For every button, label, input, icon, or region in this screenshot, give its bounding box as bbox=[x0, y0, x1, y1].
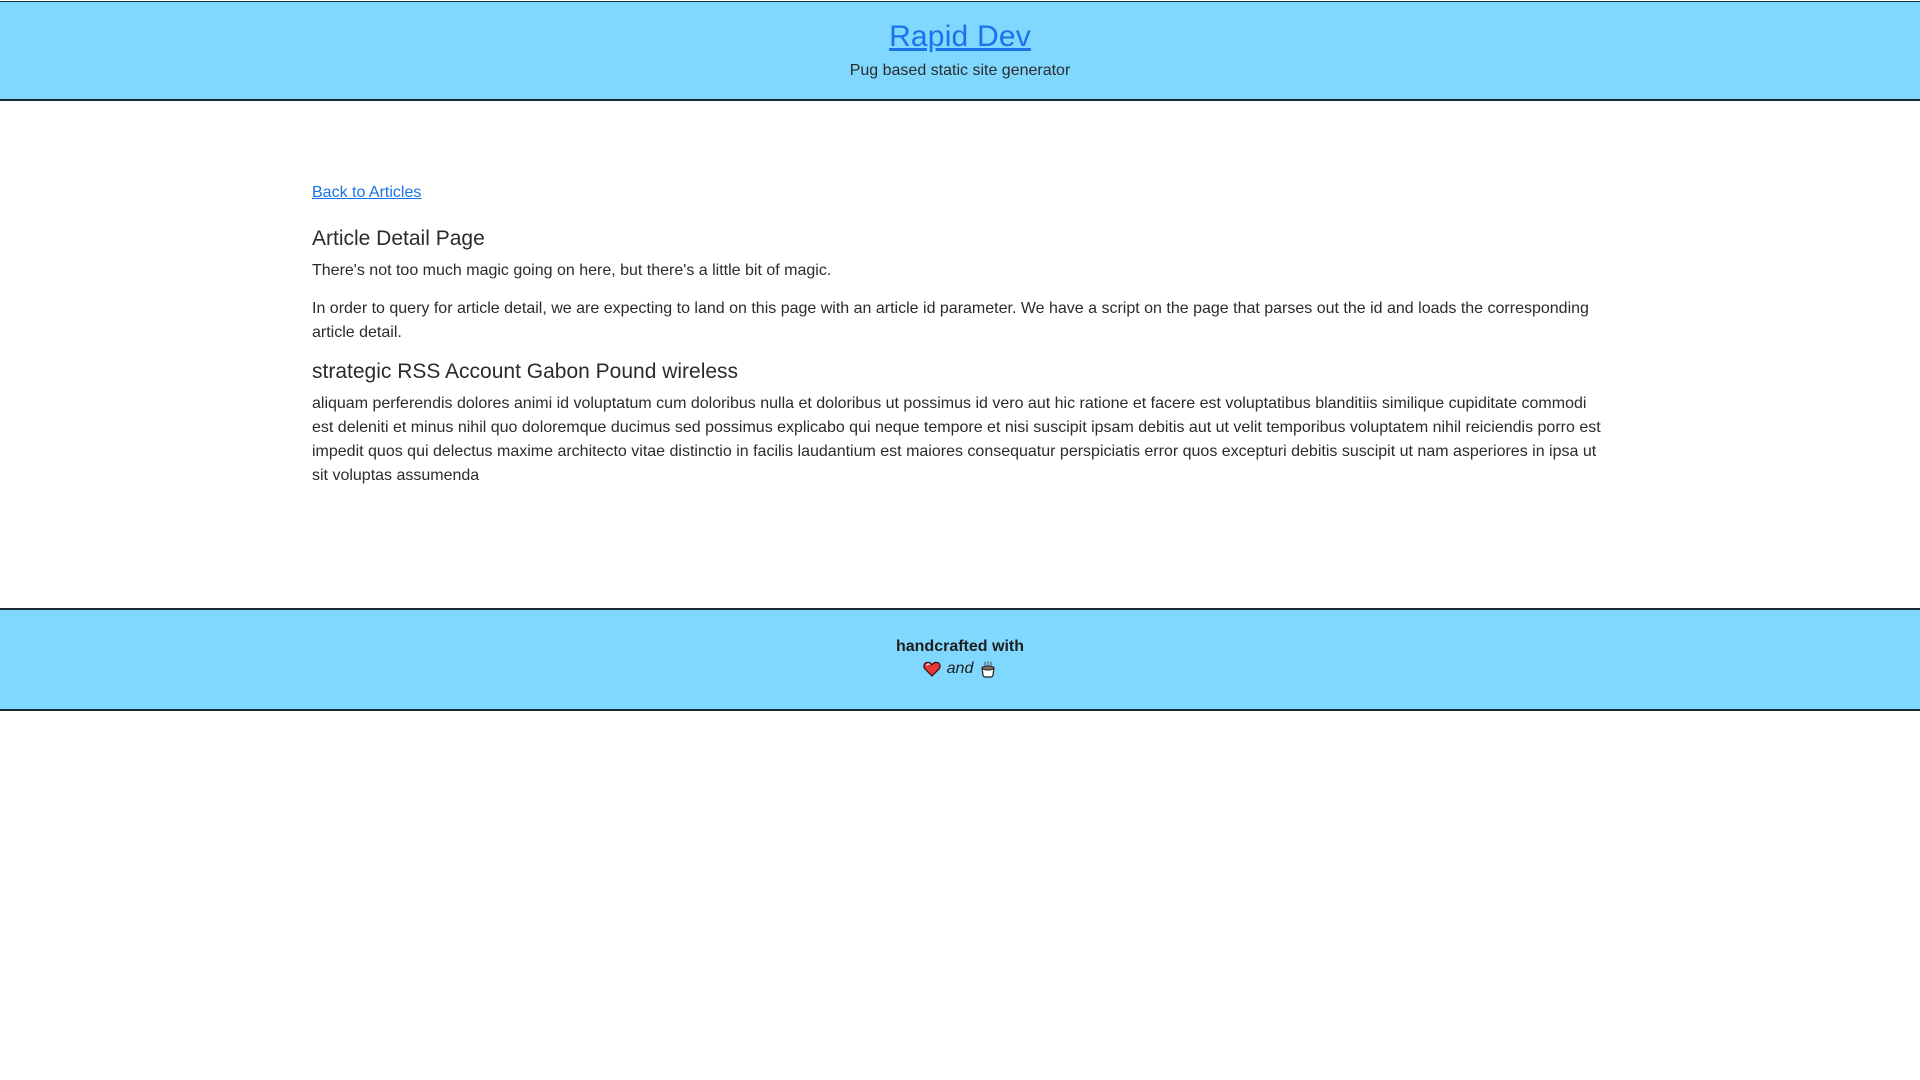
intro-paragraph-2: In order to query for article detail, we… bbox=[312, 300, 1589, 342]
page-heading: Article Detail Page bbox=[312, 227, 485, 250]
intro-paragraph-1: There's not too much magic going on here… bbox=[312, 262, 832, 280]
footer-line: and bbox=[0, 660, 1920, 678]
site-tagline: Pug based static site generator bbox=[849, 62, 1071, 79]
footer-and-text: and bbox=[946, 660, 974, 677]
coffee-icon bbox=[979, 660, 997, 678]
site-header: Rapid Dev Pug based static site generato… bbox=[0, 1, 1920, 101]
back-to-articles-link[interactable]: Back to Articles bbox=[312, 184, 421, 202]
heart-icon bbox=[923, 660, 941, 678]
site-footer: handcrafted with and bbox=[0, 608, 1920, 711]
site-title-link[interactable]: Rapid Dev bbox=[889, 20, 1031, 54]
footer-handcrafted-text: handcrafted with bbox=[895, 638, 1024, 655]
article-title: strategic RSS Account Gabon Pound wirele… bbox=[312, 360, 739, 384]
main-content: Back to Articles Article Detail Page The… bbox=[312, 184, 1608, 502]
article-body: aliquam perferendis dolores animi id vol… bbox=[312, 395, 1601, 485]
